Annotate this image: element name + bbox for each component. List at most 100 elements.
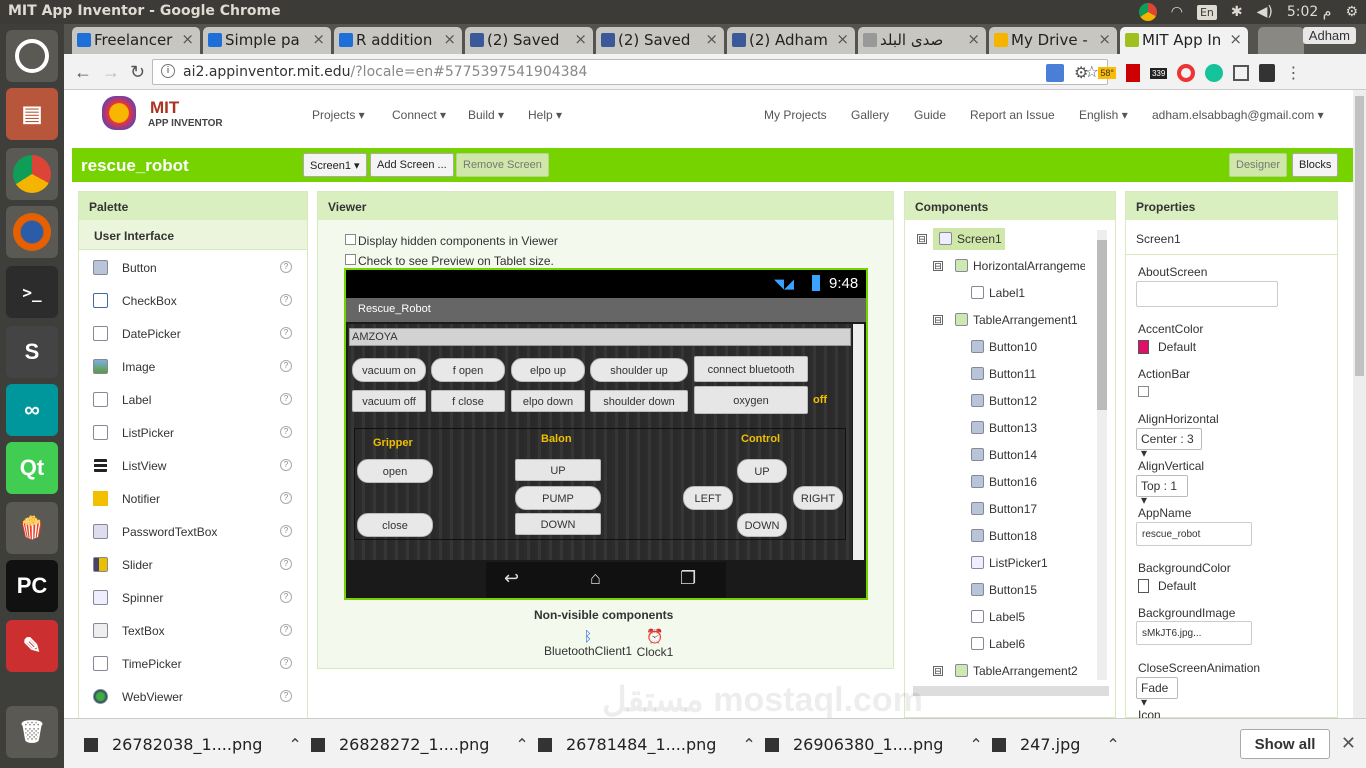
components-v-scrollbar[interactable] (1097, 230, 1107, 680)
add-screen-button[interactable]: Add Screen ... (370, 153, 454, 177)
palette-item[interactable]: Notifier? (79, 483, 307, 516)
download-options-chevron-icon[interactable]: ⌃ (1106, 735, 1119, 754)
browser-tab[interactable]: MIT App In × (1120, 27, 1248, 54)
tab-close-icon[interactable]: × (181, 30, 194, 48)
tab-close-icon[interactable]: × (312, 30, 325, 48)
power-gear-icon[interactable]: ⚙ (1345, 4, 1358, 20)
hidden-components-option[interactable]: Display hidden components in Viewer (345, 234, 558, 248)
terminal-icon[interactable]: >_ (6, 266, 58, 318)
opera-extension-icon[interactable] (1177, 64, 1196, 82)
browser-tab[interactable]: My Drive - × (989, 27, 1117, 54)
weather-extension-icon[interactable]: 58° (1098, 67, 1116, 79)
robot-control-button[interactable]: f open (431, 358, 505, 382)
clock[interactable]: 5:02 م (1287, 4, 1332, 20)
url-input[interactable]: i ai2.appinventor.mit.edu/?locale=en#577… (152, 59, 1108, 85)
browser-tab[interactable]: صدى البلد × (858, 27, 986, 54)
pycharm-icon[interactable]: PC (6, 560, 58, 612)
component-tree-item[interactable]: Button17 (905, 502, 1093, 524)
nonvisible-clock[interactable]: ⏰ Clock1 (630, 628, 680, 659)
gear-extension-icon[interactable]: ⚙ (1074, 63, 1088, 83)
align-horizontal-select[interactable]: Center : 3 ▾ (1136, 428, 1202, 460)
designer-button[interactable]: Designer (1229, 153, 1288, 177)
gripper-close-button[interactable]: close (357, 513, 433, 537)
component-tree-item[interactable]: ⊟ TableArrangement1 (905, 313, 1093, 335)
screen-select[interactable]: Screen1 ▾ (303, 153, 367, 177)
hidden-components-checkbox[interactable] (345, 234, 356, 245)
help-icon[interactable]: ? (280, 459, 292, 471)
help-icon[interactable]: ? (280, 558, 292, 570)
tab-close-icon[interactable]: × (574, 30, 587, 48)
tab-close-icon[interactable]: × (967, 30, 980, 48)
download-item[interactable]: 26781484_1....png ⌃ (538, 735, 756, 754)
tree-collapse-icon[interactable]: ⊟ (917, 234, 927, 244)
back-icon[interactable]: ← (74, 62, 92, 83)
accent-color-swatch[interactable] (1138, 340, 1149, 354)
grammarly-extension-icon[interactable] (1205, 64, 1224, 82)
browser-tab[interactable]: R addition × (334, 27, 462, 54)
nav-link[interactable]: Report an Issue (970, 108, 1055, 122)
palette-item[interactable]: TimePicker? (79, 648, 307, 681)
balon-up-button[interactable]: UP (515, 459, 601, 481)
counter-extension-icon[interactable]: 339 (1149, 67, 1168, 79)
download-options-chevron-icon[interactable]: ⌃ (515, 735, 528, 754)
chrome-menu-icon[interactable]: ⋮ (1285, 63, 1301, 83)
background-color-swatch[interactable] (1138, 579, 1149, 593)
component-tree-item[interactable]: Button10 (905, 340, 1093, 362)
chrome-icon[interactable] (6, 148, 58, 200)
component-tree-item[interactable]: Label5 (905, 610, 1093, 632)
screenshot-extension-icon[interactable] (1233, 65, 1250, 81)
page-scrollbar[interactable] (1353, 90, 1366, 718)
balon-down-button[interactable]: DOWN (515, 513, 601, 535)
browser-tab[interactable]: Simple pa × (203, 27, 331, 54)
download-options-chevron-icon[interactable]: ⌃ (969, 735, 982, 754)
translate-extension-icon[interactable] (1046, 64, 1064, 82)
download-item[interactable]: 26906380_1....png ⌃ (765, 735, 983, 754)
app-name-input[interactable]: rescue_robot (1136, 522, 1252, 546)
palette-item[interactable]: Image? (79, 351, 307, 384)
help-icon[interactable]: ? (280, 591, 292, 603)
control-up-button[interactable]: UP (737, 459, 787, 483)
accent-color-value[interactable]: Default (1158, 340, 1196, 354)
help-icon[interactable]: ? (280, 360, 292, 372)
palette-item[interactable]: ListView? (79, 450, 307, 483)
palette-item[interactable]: Slider? (79, 549, 307, 582)
align-vertical-select[interactable]: Top : 1 ▾ (1136, 475, 1188, 507)
info-icon[interactable]: i (161, 64, 175, 78)
trash-icon[interactable]: 🗑 (6, 706, 58, 758)
palette-item[interactable]: DatePicker? (79, 318, 307, 351)
pdf-extension-icon[interactable] (1125, 64, 1140, 82)
robot-control-button[interactable]: shoulder up (590, 358, 688, 382)
component-tree-item[interactable]: Button16 (905, 475, 1093, 497)
tab-close-icon[interactable]: × (443, 30, 456, 48)
component-tree-item[interactable]: ⊟ Screen1 (905, 228, 1093, 254)
nav-menu-item[interactable]: Connect ▾ (392, 108, 446, 122)
reload-icon[interactable]: ↻ (130, 62, 145, 83)
about-screen-textarea[interactable] (1136, 281, 1278, 307)
keyboard-language[interactable]: En (1196, 4, 1217, 20)
balon-pump-button[interactable]: PUMP (515, 486, 601, 510)
mit-logo[interactable]: MIT APP INVENTOR (102, 94, 232, 134)
robot-control-button[interactable]: vacuum off (352, 390, 426, 412)
component-tree-item[interactable]: Label1 (905, 286, 1093, 308)
profile-button[interactable]: Adham (1302, 27, 1356, 44)
phone-scrollbar[interactable] (853, 324, 864, 560)
help-icon[interactable]: ? (280, 492, 292, 504)
bluetooth-icon[interactable]: ✱ (1231, 4, 1243, 20)
robot-control-button[interactable]: elpo up (511, 358, 585, 382)
palette-item[interactable]: Label? (79, 384, 307, 417)
sublime-icon[interactable]: S (6, 326, 58, 378)
tree-collapse-icon[interactable]: ⊟ (933, 666, 943, 676)
browser-tab[interactable]: (2) Saved × (596, 27, 724, 54)
home-nav-icon[interactable]: ⌂ (590, 568, 601, 589)
component-tree-item[interactable]: Button18 (905, 529, 1093, 551)
tablet-preview-option[interactable]: Check to see Preview on Tablet size. (345, 254, 554, 268)
palette-item[interactable]: PasswordTextBox? (79, 516, 307, 549)
tab-close-icon[interactable]: × (836, 30, 849, 48)
new-tab-button[interactable] (1258, 27, 1304, 54)
component-tree-item[interactable]: ⊟ TableArrangement2 (905, 664, 1093, 680)
tab-close-icon[interactable]: × (705, 30, 718, 48)
tablet-preview-checkbox[interactable] (345, 254, 356, 265)
component-tree-item[interactable]: Button12 (905, 394, 1093, 416)
ubuntu-dash-icon[interactable] (6, 30, 58, 82)
wifi-icon[interactable]: ◠ (1171, 4, 1183, 20)
